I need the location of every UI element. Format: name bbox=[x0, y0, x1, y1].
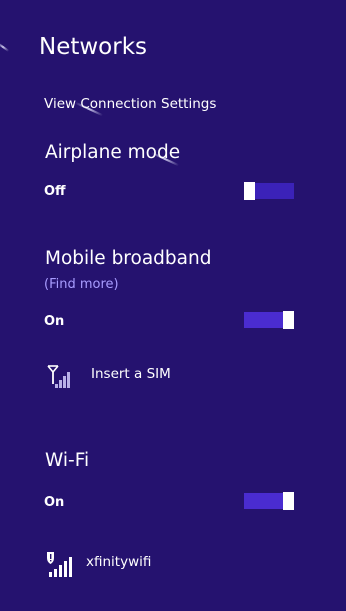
page-title: Networks bbox=[39, 34, 148, 60]
airplane-mode-state: Off bbox=[44, 184, 66, 199]
toggle-thumb bbox=[283, 311, 294, 329]
mobile-broadband-title: Mobile broadband bbox=[45, 248, 212, 269]
toggle-track bbox=[254, 183, 294, 199]
mobile-network-item[interactable]: Insert a SIM bbox=[44, 364, 171, 394]
view-connection-settings-link[interactable]: View Connection Settings bbox=[44, 96, 216, 112]
wifi-network-item[interactable]: xfinitywifi bbox=[44, 551, 151, 581]
mobile-broadband-state: On bbox=[44, 314, 65, 329]
wifi-state: On bbox=[44, 495, 65, 510]
airplane-mode-title: Airplane mode bbox=[45, 142, 181, 163]
airplane-mode-toggle[interactable] bbox=[244, 182, 294, 200]
toggle-thumb bbox=[283, 492, 294, 510]
decorative-streak bbox=[0, 42, 10, 52]
toggle-thumb bbox=[244, 182, 255, 200]
wifi-toggle[interactable] bbox=[244, 492, 294, 510]
wifi-title: Wi-Fi bbox=[45, 450, 90, 471]
cellular-signal-icon bbox=[47, 365, 70, 388]
wifi-network-label: xfinitywifi bbox=[86, 554, 152, 570]
wifi-secure-signal-icon bbox=[47, 552, 72, 577]
find-more-link[interactable]: (Find more) bbox=[44, 277, 119, 292]
mobile-broadband-toggle[interactable] bbox=[244, 311, 294, 329]
mobile-network-label: Insert a SIM bbox=[91, 366, 171, 382]
